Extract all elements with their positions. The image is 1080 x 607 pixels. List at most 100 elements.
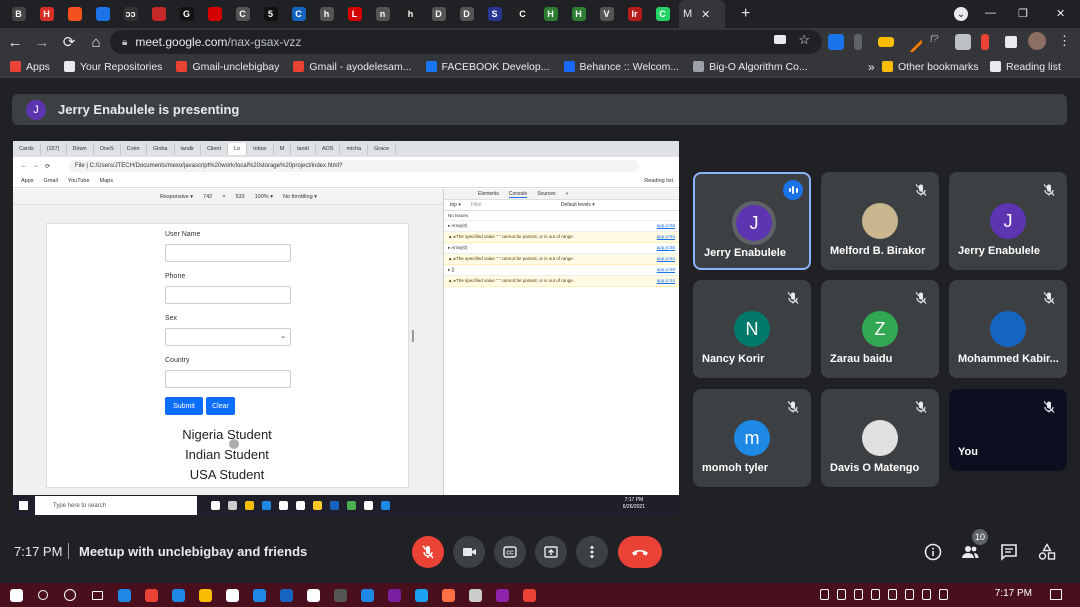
browser-tab-active[interactable]: M ✕ — [679, 0, 725, 28]
restore-icon[interactable]: ❐ — [1018, 7, 1028, 20]
home-button[interactable]: ⌂ — [84, 30, 108, 54]
participant-tile[interactable]: Davis O Matengo — [821, 389, 939, 487]
context-select[interactable]: top ▾ — [450, 202, 461, 208]
sex-select[interactable]: ⌄ — [165, 328, 291, 346]
app-icon[interactable] — [436, 583, 460, 607]
phone-input[interactable] — [165, 286, 291, 304]
browser-tab[interactable] — [148, 0, 169, 28]
end-call-button[interactable] — [618, 536, 662, 568]
browser-tab[interactable]: S — [484, 0, 505, 28]
tray-icon[interactable] — [837, 589, 846, 600]
browser-tab[interactable]: L — [344, 0, 365, 28]
close-tab-icon[interactable]: ✕ — [701, 8, 710, 21]
chrome-icon[interactable] — [517, 583, 541, 607]
back-button[interactable]: ← — [3, 30, 27, 54]
captions-button[interactable]: CC — [494, 536, 526, 568]
clear-button[interactable]: Clear — [206, 397, 235, 415]
bookmark-item[interactable]: Gmail-unclebigbay — [176, 61, 279, 73]
file-explorer-icon[interactable] — [193, 583, 217, 607]
participant-tile[interactable]: Z Zarau baidu — [821, 280, 939, 378]
browser-tab[interactable] — [64, 0, 85, 28]
resize-handle[interactable] — [412, 330, 414, 342]
bookmark-item[interactable]: Your Repositories — [63, 61, 162, 73]
extension-icon[interactable] — [900, 30, 924, 54]
participant-tile[interactable]: Mohammed Kabir... — [949, 280, 1067, 378]
search-icon[interactable] — [31, 583, 55, 607]
widgets-icon[interactable] — [85, 583, 109, 607]
extension-icon[interactable] — [828, 34, 844, 50]
profile-avatar[interactable] — [1028, 32, 1046, 50]
extension-icon[interactable] — [854, 34, 862, 50]
file-icon[interactable] — [112, 583, 136, 607]
chrome-icon[interactable] — [139, 583, 163, 607]
tray-icon[interactable] — [939, 589, 948, 600]
address-bar[interactable]: 🔒︎ meet.google.com/nax-gsax-vzz ☆ — [110, 30, 822, 54]
menu-dots-icon[interactable]: ⋮ — [1058, 33, 1071, 49]
app-icon[interactable] — [382, 583, 406, 607]
notifications-icon[interactable] — [1050, 589, 1062, 600]
forward-button[interactable]: → — [30, 30, 54, 54]
browser-tab[interactable]: C — [652, 0, 673, 28]
puzzle-icon[interactable] — [1005, 36, 1017, 48]
microphone-button[interactable] — [412, 536, 444, 568]
bookmark-item[interactable]: Gmail - ayodelesam... — [293, 61, 412, 73]
country-input[interactable] — [165, 370, 291, 388]
browser-tab[interactable]: G — [176, 0, 197, 28]
more-options-button[interactable] — [576, 536, 608, 568]
present-button[interactable] — [535, 536, 567, 568]
tray-icon[interactable] — [871, 589, 880, 600]
new-tab-button[interactable]: + — [741, 5, 750, 23]
tray-icon[interactable] — [854, 589, 863, 600]
vscode-icon[interactable] — [355, 583, 379, 607]
browser-tab[interactable]: V — [596, 0, 617, 28]
star-icon[interactable]: ☆ — [798, 32, 810, 48]
more-bookmarks-icon[interactable]: » — [868, 60, 875, 74]
browser-tab[interactable]: C — [512, 0, 533, 28]
bookmark-item[interactable]: Behance :: Welcom... — [563, 61, 679, 73]
app-icon[interactable] — [490, 583, 514, 607]
extension-icon[interactable] — [878, 37, 894, 47]
browser-tab[interactable]: h — [400, 0, 421, 28]
mail-icon[interactable] — [220, 583, 244, 607]
participant-tile[interactable]: J Jerry Enabulele — [693, 172, 811, 270]
browser-tab[interactable] — [92, 0, 113, 28]
extension-icon[interactable] — [981, 34, 989, 50]
app-icon[interactable] — [301, 583, 325, 607]
reload-button[interactable]: ⟳ — [57, 30, 81, 54]
participant-tile[interactable]: You — [949, 389, 1067, 471]
close-window-icon[interactable]: ✕ — [1056, 7, 1065, 20]
other-bookmarks[interactable]: Other bookmarks — [882, 61, 979, 73]
participant-tile[interactable]: m momoh tyler — [693, 389, 811, 487]
tray-icon[interactable] — [905, 589, 914, 600]
submit-button[interactable]: Submit — [165, 397, 203, 415]
tab-search-icon[interactable]: ⌄ — [954, 7, 968, 21]
minimize-icon[interactable]: — — [985, 7, 996, 19]
participant-tile[interactable]: N Nancy Korir — [693, 280, 811, 378]
browser-tab[interactable] — [204, 0, 225, 28]
browser-tab[interactable]: h — [316, 0, 337, 28]
levels-select[interactable]: Default levels ▾ — [561, 202, 595, 208]
app-icon[interactable] — [274, 583, 298, 607]
participant-tile[interactable]: J Jerry Enabulele — [949, 172, 1067, 270]
tray-icon[interactable] — [888, 589, 897, 600]
browser-tab[interactable]: H — [540, 0, 561, 28]
browser-tab[interactable]: B — [8, 0, 29, 28]
browser-tab[interactable]: Ir — [624, 0, 645, 28]
browser-tab[interactable]: H — [36, 0, 57, 28]
chat-button[interactable] — [997, 540, 1021, 564]
app-icon[interactable] — [463, 583, 487, 607]
browser-tab[interactable]: 5 — [260, 0, 281, 28]
windows-start-icon[interactable] — [4, 583, 28, 607]
meeting-details-button[interactable] — [921, 540, 945, 564]
browser-tab[interactable]: C — [232, 0, 253, 28]
browser-tab[interactable]: H — [568, 0, 589, 28]
participant-tile[interactable]: Melford B. Birakor — [821, 172, 939, 270]
twitter-icon[interactable] — [409, 583, 433, 607]
bookmark-item[interactable]: FACEBOOK Develop... — [425, 61, 550, 73]
extension-icon[interactable]: f? — [930, 34, 946, 50]
shared-screen[interactable]: Cards (157) Down OneS Color Globa landir Client… — [13, 141, 679, 516]
browser-tab[interactable]: C — [288, 0, 309, 28]
console-filter[interactable]: Filter — [471, 202, 531, 208]
edge-icon[interactable] — [166, 583, 190, 607]
tray-icon[interactable] — [922, 589, 931, 600]
